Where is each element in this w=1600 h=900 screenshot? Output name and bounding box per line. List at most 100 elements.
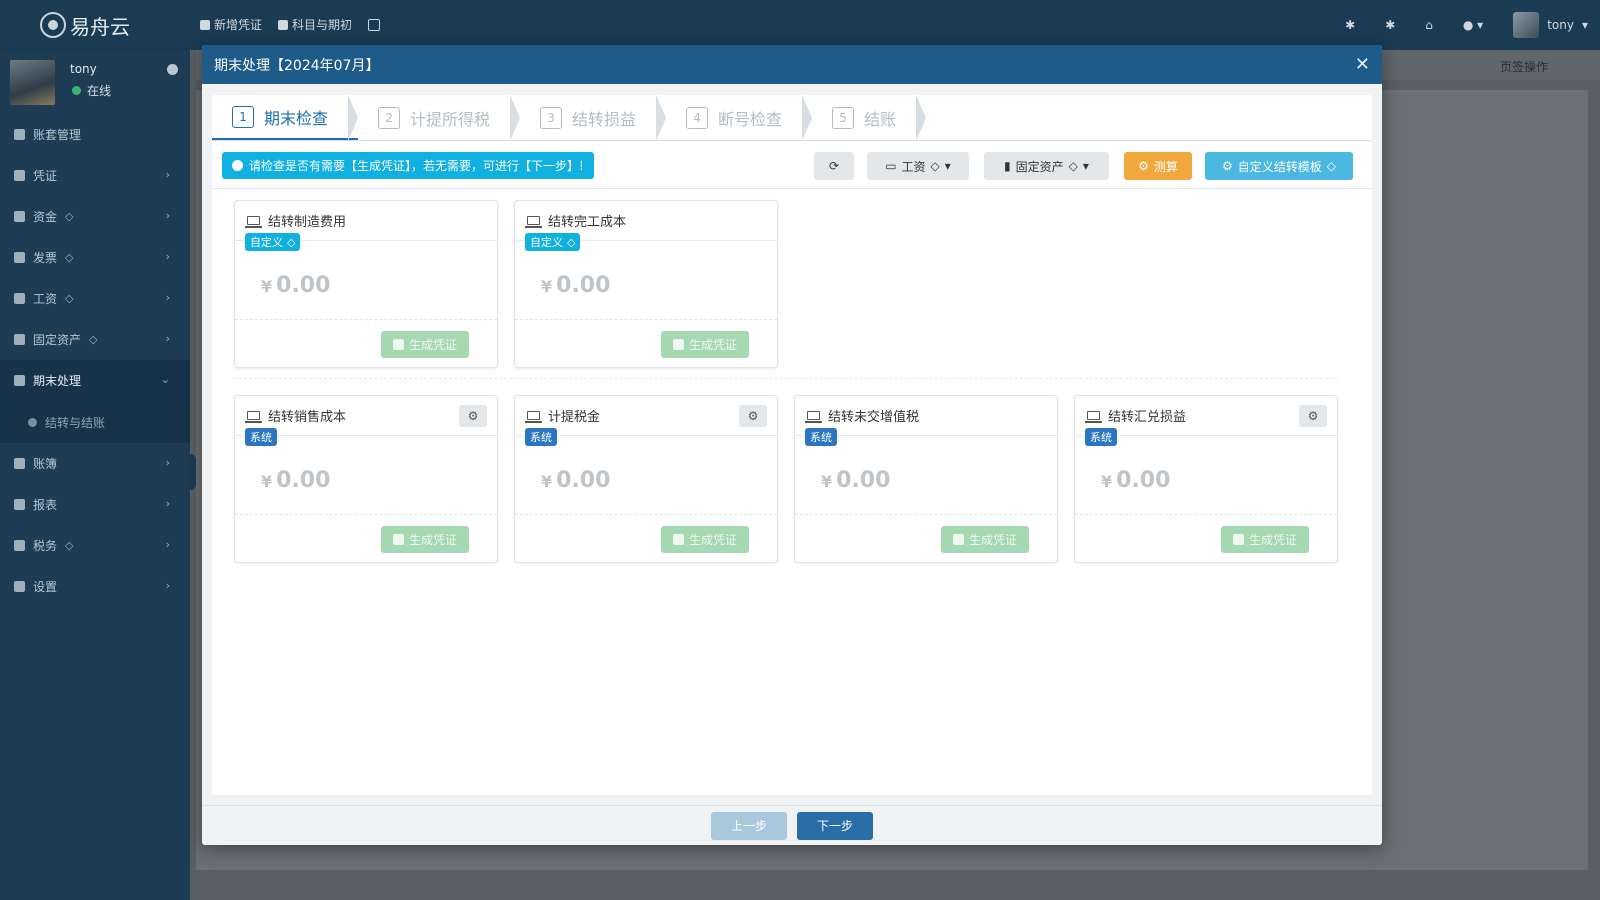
plus-square-icon (392, 534, 404, 545)
sidebar-item-funds[interactable]: 资金 ◇ › (0, 196, 190, 237)
caret-down-icon: ▾ (1082, 159, 1089, 173)
generate-voucher-button[interactable]: 生成凭证 (660, 526, 749, 553)
diamond-icon: ◇ (1326, 159, 1336, 173)
sidebar-collapse-handle[interactable] (186, 454, 196, 490)
close-icon[interactable]: ✕ (1355, 54, 1370, 75)
sidebar-user: tony 在线 (0, 50, 190, 110)
sidebar-item-reports[interactable]: 报表 › (0, 484, 190, 525)
step-income-tax[interactable]: 2 计提所得税 (358, 95, 521, 141)
wizard-steps: 1 期末检查 2 计提所得税 3 结转损益 4 断号检查 5 结账 (212, 95, 1372, 141)
sidebar-item-salary[interactable]: 工资 ◇ › (0, 278, 190, 319)
salary-dropdown[interactable]: ▭ 工资 ◇ ▾ (867, 152, 969, 180)
plus-square-icon (200, 19, 210, 30)
sidebar-nav: 账套管理 凭证 › 资金 ◇ › 发票 ◇ › 工资 ◇ › 固定资产 ◇ › 期末处理 ⌄ 结转与… (0, 114, 190, 607)
prev-step-button[interactable]: 上一步 (711, 811, 787, 840)
amount: ¥0.00 (541, 273, 611, 298)
system-badge: 系统 (1085, 428, 1117, 446)
sidebar-item-account-sets[interactable]: 账套管理 (0, 114, 190, 155)
diamond-icon: ◇ (567, 235, 576, 249)
card-footer: 生成凭证 (795, 514, 1057, 562)
section-divider (234, 378, 1338, 379)
chevron-right-icon: › (165, 456, 170, 469)
amount: ¥0.00 (541, 468, 611, 493)
gear-icon (14, 581, 25, 592)
next-step-button[interactable]: 下一步 (797, 811, 873, 840)
caret-down-icon: ▾ (1581, 18, 1588, 32)
fixed-assets-dropdown[interactable]: ▮ 固定资产 ◇ ▾ (984, 152, 1109, 180)
diamond-icon: ◇ (1068, 159, 1078, 173)
card-footer: 生成凭证 (1075, 514, 1337, 562)
gear-icon[interactable]: ⚙ (739, 405, 767, 427)
status-dot-icon (72, 86, 81, 95)
card-footer: 生成凭证 (515, 319, 777, 367)
app-logo[interactable]: 易舟云 (40, 10, 130, 40)
laptop-icon (805, 411, 822, 423)
page-ops-menu[interactable]: 页签操作 (1500, 58, 1548, 75)
sidebar-item-fixed-assets[interactable]: 固定资产 ◇ › (0, 319, 190, 360)
credit-card-icon (14, 293, 25, 304)
diamond-icon: ◇ (65, 292, 74, 305)
new-voucher-link[interactable]: 新增凭证 (200, 16, 262, 33)
generate-voucher-button[interactable]: 生成凭证 (940, 526, 1029, 553)
top-user-name: tony (1547, 18, 1574, 32)
funds-icon (14, 211, 25, 222)
generate-voucher-button[interactable]: 生成凭证 (660, 331, 749, 358)
step-profit-loss[interactable]: 3 结转损益 (520, 95, 667, 141)
chevron-right-icon: › (165, 250, 170, 263)
plus-square-icon (952, 534, 964, 545)
system-badge: 系统 (245, 428, 277, 446)
diamond-icon: ◇ (930, 159, 940, 173)
card-exchange-gain-loss: 结转汇兑损益 ⚙ 系统 ¥0.00 生成凭证 (1074, 395, 1338, 563)
add-tab-button[interactable] (368, 16, 381, 33)
gear-icon: ⚙ (1221, 159, 1233, 173)
amount: ¥0.00 (821, 468, 891, 493)
card-manufacturing-overhead: 结转制造费用 自定义 ◇ ¥0.00 生成凭证 (234, 200, 498, 368)
system-badge: 系统 (525, 428, 557, 446)
bug-icon-2[interactable]: ✱ (1385, 18, 1395, 32)
calculate-button[interactable]: ⚙ 测算 (1124, 152, 1192, 180)
info-icon[interactable] (167, 64, 178, 75)
custom-template-button[interactable]: ⚙ 自定义结转模板 ◇ (1205, 152, 1353, 180)
chevron-right-icon: › (165, 538, 170, 551)
gear-icon[interactable]: ⚙ (1299, 405, 1327, 427)
card-unpaid-vat: 结转未交增值税 系统 ¥0.00 生成凭证 (794, 395, 1058, 563)
home-icon[interactable]: ⌂ (1425, 18, 1433, 32)
generate-voucher-button[interactable]: 生成凭证 (1220, 526, 1309, 553)
laptop-icon (525, 216, 542, 228)
step-period-check[interactable]: 1 期末检查 (212, 95, 359, 141)
custom-badge: 自定义 ◇ (245, 233, 301, 251)
refresh-button[interactable]: ⟳ (814, 152, 854, 180)
sidebar-item-period-end[interactable]: 期末处理 ⌄ (0, 360, 190, 401)
sidebar-user-name: tony (70, 62, 97, 76)
amount: ¥0.00 (261, 468, 331, 493)
sidebar-subitem-carry-forward-close[interactable]: 结转与结账 (0, 401, 190, 443)
top-nav: 新增凭证 科目与期初 (200, 16, 381, 33)
sitemap-icon (278, 19, 289, 30)
sidebar-item-tax[interactable]: 税务 ◇ › (0, 525, 190, 566)
generate-voucher-button[interactable]: 生成凭证 (380, 526, 469, 553)
plus-square-icon (1232, 534, 1244, 545)
step-close-books[interactable]: 5 结账 (812, 95, 927, 141)
gears-icon: ⚙ (1138, 159, 1149, 173)
user-menu[interactable]: tony ▾ (1513, 12, 1588, 38)
avatar (10, 60, 55, 105)
plus-box-icon (368, 18, 381, 31)
plus-square-icon (392, 339, 404, 350)
amount: ¥0.00 (1101, 468, 1171, 493)
gear-icon[interactable]: ⚙ (459, 405, 487, 427)
sidebar-item-vouchers[interactable]: 凭证 › (0, 155, 190, 196)
sidebar-item-settings[interactable]: 设置 › (0, 566, 190, 607)
step-number-gap-check[interactable]: 4 断号检查 (666, 95, 813, 141)
sidebar-item-ledgers[interactable]: 账簿 › (0, 443, 190, 484)
accounts-opening-link[interactable]: 科目与期初 (278, 16, 352, 33)
generate-voucher-button[interactable]: 生成凭证 (380, 331, 469, 358)
credit-card-icon: ▭ (885, 159, 897, 173)
top-right-tools: ✱ ✱ ⌂ ● ▾ tony ▾ (1345, 12, 1588, 38)
amount: ¥0.00 (261, 273, 331, 298)
chevron-right-icon: › (165, 209, 170, 222)
avatar (1513, 12, 1540, 38)
user-menu-icon[interactable]: ● ▾ (1463, 18, 1483, 32)
card-footer: 生成凭证 (515, 514, 777, 562)
bug-icon[interactable]: ✱ (1345, 18, 1355, 32)
sidebar-item-invoices[interactable]: 发票 ◇ › (0, 237, 190, 278)
